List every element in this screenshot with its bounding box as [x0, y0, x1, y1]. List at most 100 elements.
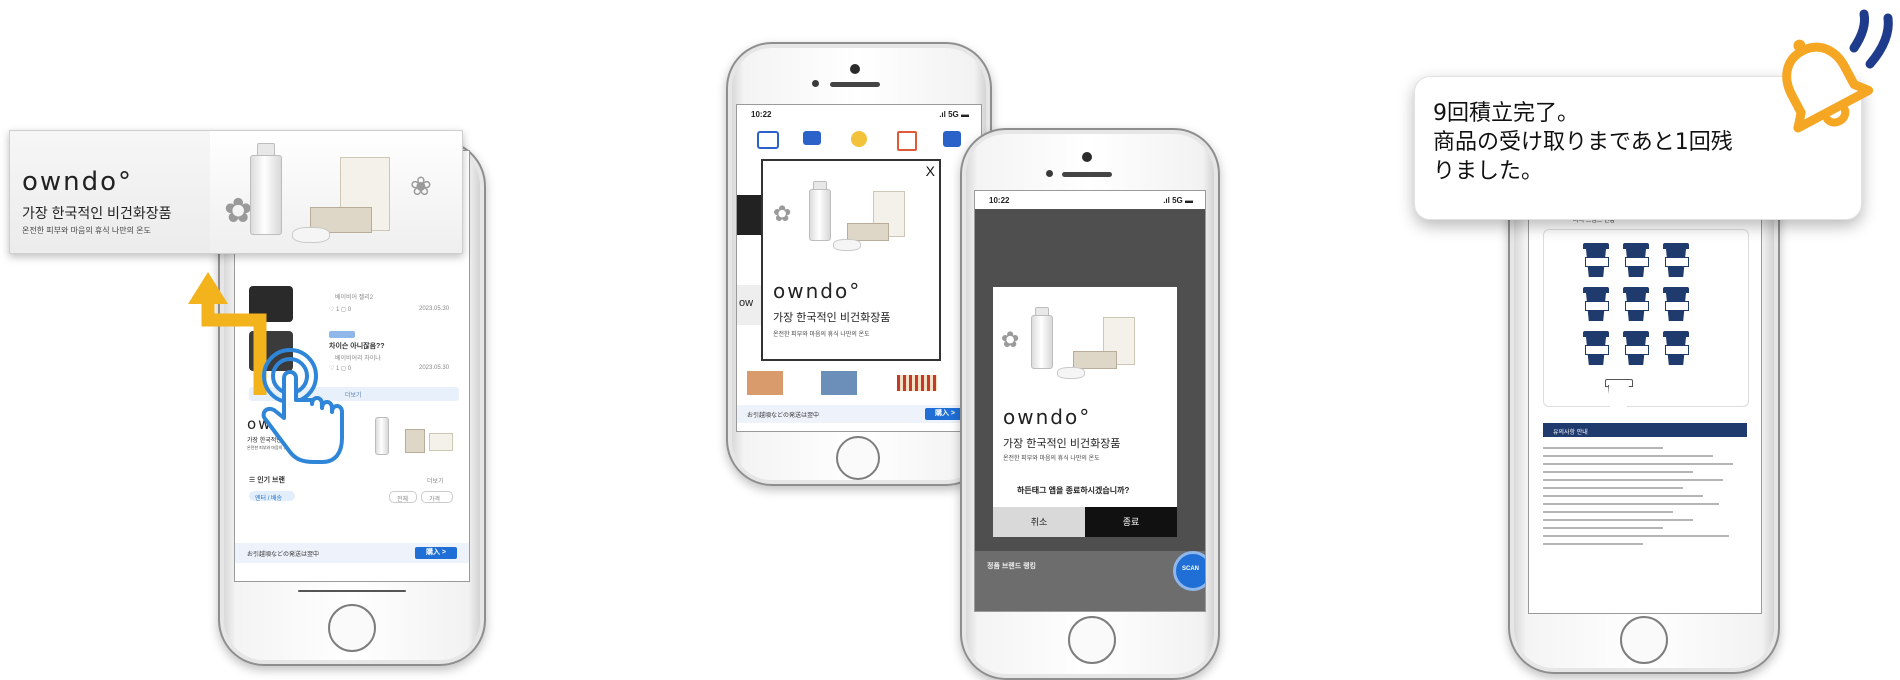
chip-label: 전체 — [397, 497, 409, 503]
quick-icon-ranking[interactable] — [803, 131, 821, 145]
quick-icon-my[interactable] — [943, 131, 961, 147]
product-box — [1073, 351, 1117, 369]
bottom-bar-text: お引越頃などの発送は翌中 — [247, 552, 320, 558]
scan-button[interactable]: SCAN — [1173, 551, 1205, 591]
chip-active[interactable]: 엔터 / 배송 — [249, 491, 295, 502]
bg-thumb-row — [747, 371, 973, 397]
ad-subtext: 온전한 피부와 마음의 휴식 나만의 온도 — [773, 332, 870, 338]
thumbnail — [821, 371, 857, 395]
cta-button[interactable]: 購入 > — [925, 408, 965, 420]
scan-label: SCAN — [1182, 566, 1200, 572]
stamp-cup-filled — [1623, 331, 1649, 365]
home-button[interactable] — [328, 604, 376, 652]
exit-button[interactable]: 종료 — [1085, 507, 1177, 537]
home-indicator — [298, 590, 406, 592]
cancel-button[interactable]: 취소 — [993, 507, 1085, 537]
section-title: ☰ 인기 브랜 — [249, 477, 285, 484]
stamp-cup-empty — [1605, 379, 1633, 413]
phone-3-screen: 10:22 .ıl 5G ▬ ✿ owndo° 가장 한국적인 비건화장품 온전… — [974, 190, 1206, 612]
stamp-cup-filled — [1583, 331, 1609, 365]
speaker — [830, 82, 880, 87]
status-time: 10:22 — [751, 110, 772, 119]
item-date: 2023.05.30 — [419, 306, 450, 312]
section-title: 정품 브랜드 랭킹 — [987, 563, 1036, 570]
product-jar — [833, 239, 861, 251]
home-button[interactable] — [1620, 616, 1668, 664]
product-box — [405, 429, 425, 453]
signal-label: 5G — [1172, 196, 1183, 205]
product-bottle — [375, 417, 389, 455]
home-button[interactable] — [836, 436, 880, 480]
comment-number: 0 — [347, 366, 352, 372]
dialog-question: 하든태그 앱을 종료하시겠습니까? — [1017, 486, 1130, 495]
stamp-cup-filled — [1663, 243, 1689, 277]
ad-tagline: 가장 한국적인 비건화장품 — [773, 312, 891, 324]
flower-illustration: ❀ — [410, 171, 432, 201]
exit-dialog: ✿ owndo° 가장 한국적인 비건화장품 온전한 피부와 마음의 휴식 나만… — [993, 287, 1177, 507]
thumbnail — [897, 375, 937, 391]
signal-label: 5G — [948, 110, 959, 119]
ad-tagline: 가장 한국적인 비건화장품 — [1003, 438, 1121, 450]
chip[interactable]: 전체 — [389, 491, 417, 503]
like-number: 1 — [336, 307, 340, 313]
comment-number: 0 — [347, 307, 352, 313]
flower-illustration: ✿ — [224, 192, 253, 230]
bubble-line-1: 9回積立完了。 — [1433, 101, 1579, 126]
product-bottle — [250, 155, 282, 235]
owndo-logo: owndo° — [773, 279, 862, 303]
owndo-banner-large[interactable]: owndo° 가장 한국적인 비건화장품 온전한 피부와 마음의 휴식 나만의 … — [9, 130, 463, 254]
bubble-line-3: りました。 — [1433, 159, 1544, 184]
stamp-cup-filled — [1623, 243, 1649, 277]
product-box — [429, 433, 453, 451]
chip-label: 엔터 / 배송 — [255, 496, 283, 502]
product-jar — [1057, 367, 1085, 379]
status-bar: 10:22 .ıl 5G ▬ — [737, 105, 981, 123]
notice-title: 유의사항 안내 — [1553, 430, 1588, 436]
owndo-logo: owndo° — [22, 167, 134, 197]
phone-4-screen: 나의 스탬프 현황 TOTAL 유의사항 안내 — [1528, 192, 1762, 614]
badge — [329, 331, 355, 338]
speaker — [1062, 172, 1112, 177]
flower-illustration: ✿ — [773, 201, 792, 226]
chip[interactable]: 가격 — [421, 491, 453, 503]
brand-section: ☰ 인기 브랜 더보기 엔터 / 배송 전체 가격 — [249, 475, 459, 535]
phone-2-screen: 10:22 .ıl 5G ▬ ow X ✿ owndo° 가장 한국적인 비건화… — [736, 104, 982, 432]
flower-illustration: ✿ — [1001, 327, 1020, 352]
more-label: 더보기 — [345, 393, 362, 399]
bubble-line-2: 商品の受け取りまであと1回残 — [1433, 130, 1733, 155]
stamp-cup-filled — [1663, 287, 1689, 321]
status-time: 10:22 — [989, 196, 1010, 205]
product-bottle — [809, 189, 831, 241]
product-bottle — [1031, 315, 1053, 369]
product-jar — [292, 227, 330, 243]
status-signal: .ıl 5G ▬ — [939, 110, 969, 119]
ad-tagline: 가장 한국적인 비건화장품 — [22, 205, 172, 221]
front-camera — [850, 64, 860, 74]
sensor — [812, 80, 819, 87]
sensor — [1046, 170, 1053, 177]
stamp-cup-filled — [1583, 287, 1609, 321]
like-count: ♡ 1 ◻ 0 — [329, 307, 352, 313]
bottom-bar-text: お引越頃などの発送は翌中 — [747, 413, 820, 419]
ad-subtext: 온전한 피부와 마음의 휴식 나만의 온도 — [22, 226, 151, 235]
cta-button[interactable]: 購入 > — [415, 547, 457, 559]
ad-subtext: 온전한 피부와 마음의 휴식 나만의 온도 — [1003, 456, 1100, 462]
bottom-section: 정품 브랜드 랭킹 SCAN — [975, 551, 1205, 611]
quick-icon-event[interactable] — [851, 131, 867, 147]
front-camera — [1082, 152, 1092, 162]
item-date: 2023.05.30 — [419, 365, 450, 371]
stamp-cup-filled — [1583, 243, 1609, 277]
phone-2: 10:22 .ıl 5G ▬ ow X ✿ owndo° 가장 한국적인 비건화… — [726, 42, 992, 486]
owndo-popup[interactable]: X ✿ owndo° 가장 한국적인 비건화장품 온전한 피부와 마음의 휴식 … — [761, 159, 941, 361]
home-button[interactable] — [1068, 616, 1116, 664]
close-icon[interactable]: X — [926, 163, 935, 179]
quick-icon-recent[interactable] — [757, 131, 779, 149]
item-meta: 베이비어 젤리2 — [335, 295, 374, 301]
status-signal: .ıl 5G ▬ — [1163, 196, 1193, 205]
quick-icon-coupon[interactable] — [897, 131, 917, 151]
section-more[interactable]: 더보기 — [427, 476, 444, 485]
owndo-logo: owndo° — [1003, 405, 1092, 429]
thumbnail — [747, 371, 783, 395]
chip-label: 가격 — [429, 497, 441, 503]
stamp-card: 나의 스탬프 현황 TOTAL — [1543, 215, 1749, 413]
